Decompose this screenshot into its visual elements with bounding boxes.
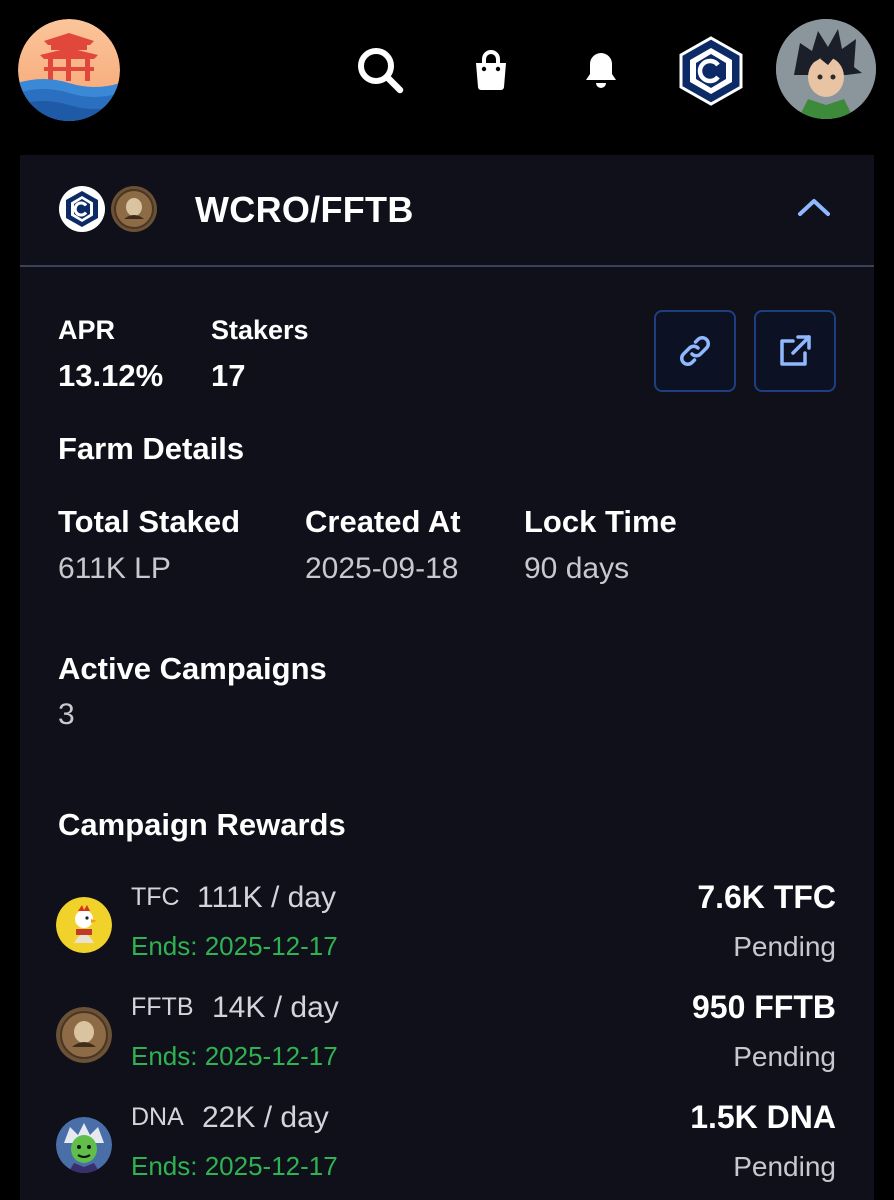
created-at-label: Created At [305,504,461,539]
reward-status: Pending [733,1041,836,1072]
reward-token-name: DNA [131,1103,184,1131]
collapse-button[interactable] [792,187,836,227]
lock-time-label: Lock Time [524,504,677,539]
active-campaigns-value: 3 [58,698,75,731]
reward-row: FFTB 14K / day Ends: 2025-12-17 950 FFTB… [20,989,874,1093]
farm-details-title: Farm Details [58,431,245,466]
total-staked-label: Total Staked [58,504,241,539]
cronos-token-icon [59,186,105,232]
reward-rate: 111K / day [197,881,336,914]
top-navigation-bar [0,0,894,155]
copy-link-button[interactable] [654,310,736,392]
fftb-token-icon [56,1007,112,1063]
active-campaigns-label: Active Campaigns [58,651,327,686]
reward-end-date: Ends: 2025-12-17 [131,1151,338,1181]
reward-amount: 950 FFTB [691,989,836,1025]
pair-icons [58,183,178,233]
reward-status: Pending [733,1151,836,1182]
notifications-button[interactable] [576,44,626,96]
network-selector[interactable] [676,36,746,106]
bell-icon [586,53,616,88]
total-staked-value: 611K LP [58,552,171,585]
reward-row: DNA 22K / day Ends: 2025-12-17 1.5K DNA … [20,1099,874,1200]
link-icon [680,336,710,366]
created-at-value: 2025-09-18 [305,552,459,585]
farm-card-header[interactable]: WCRO/FFTB [20,155,874,267]
app-logo[interactable] [18,19,120,121]
reward-token-name: FFTB [131,993,194,1021]
reward-amount: 7.6K TFC [697,879,836,915]
farm-card: WCRO/FFTB APR 13.12% Stakers 17 Farm Det [20,155,874,1200]
reward-row: TFC 111K / day Ends: 2025-12-17 7.6K TFC… [20,879,874,983]
reward-rate: 14K / day [212,991,339,1024]
chevron-up-icon [798,199,830,216]
reward-end-date: Ends: 2025-12-17 [131,1041,338,1071]
search-button[interactable] [354,44,406,96]
reward-status: Pending [733,931,836,962]
lock-time-value: 90 days [524,552,630,585]
stakers-label: Stakers [211,315,309,345]
reward-amount: 1.5K DNA [690,1099,836,1135]
shop-button[interactable] [466,44,516,96]
shopping-bag-icon [476,50,506,90]
apr-value: 13.12% [58,358,164,393]
pool-title: WCRO/FFTB [195,189,414,230]
fftb-token-icon [111,186,157,232]
dna-token-icon [56,1117,112,1173]
open-external-button[interactable] [754,310,836,392]
campaign-rewards-title: Campaign Rewards [58,807,346,842]
cronos-icon [679,36,743,106]
external-link-icon [780,335,811,366]
stakers-value: 17 [211,358,246,393]
tfc-token-icon [56,897,112,953]
reward-token-name: TFC [131,883,180,911]
reward-rate: 22K / day [202,1101,329,1134]
reward-end-date: Ends: 2025-12-17 [131,931,338,961]
user-avatar[interactable] [776,19,876,119]
apr-label: APR [58,315,116,345]
search-icon [358,48,404,94]
